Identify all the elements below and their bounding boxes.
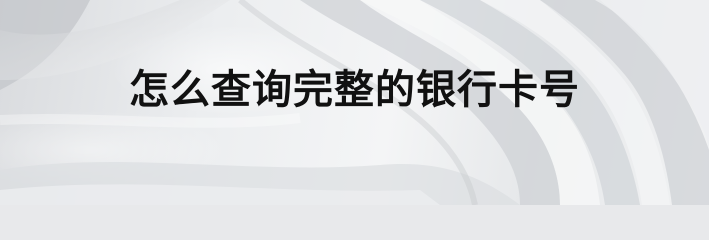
page-title: 怎么查询完整的银行卡号 [129, 67, 580, 113]
banner: 怎么查询完整的银行卡号 [0, 0, 709, 205]
